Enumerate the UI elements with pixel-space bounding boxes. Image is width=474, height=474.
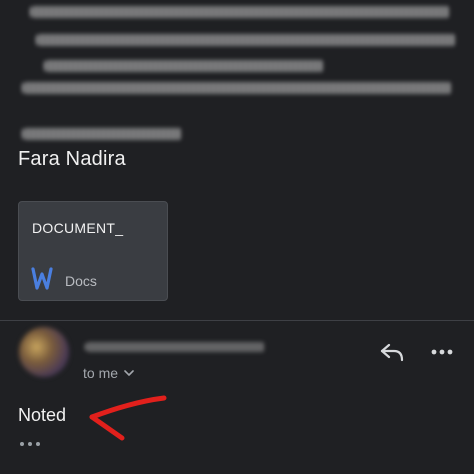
- reply-body: Noted: [18, 405, 67, 425]
- redacted-text-line: [22, 82, 452, 94]
- redacted-text-line: [22, 128, 182, 140]
- redacted-text-line: [30, 6, 450, 18]
- more-horizontal-icon[interactable]: [428, 342, 456, 362]
- show-trimmed-content-icon[interactable]: [18, 436, 42, 452]
- message-divider: [0, 320, 474, 321]
- attachment-card[interactable]: DOCUMENT_ Docs: [18, 201, 168, 301]
- avatar[interactable]: [19, 327, 69, 377]
- recipient-label: to me: [83, 365, 119, 381]
- attachment-type-label: Docs: [65, 273, 97, 289]
- redacted-text-line: [36, 34, 456, 46]
- word-doc-icon: [31, 267, 53, 290]
- attachment-title: DOCUMENT_: [32, 220, 124, 236]
- recipient-toggle[interactable]: to me: [83, 365, 134, 381]
- redacted-text-line: [44, 60, 324, 72]
- redacted-sender-name: [85, 342, 265, 352]
- annotation-arrow: [89, 395, 167, 441]
- sender-name: Fara Nadira: [18, 148, 126, 170]
- chevron-down-icon: [124, 370, 134, 376]
- reply-icon[interactable]: [378, 340, 406, 364]
